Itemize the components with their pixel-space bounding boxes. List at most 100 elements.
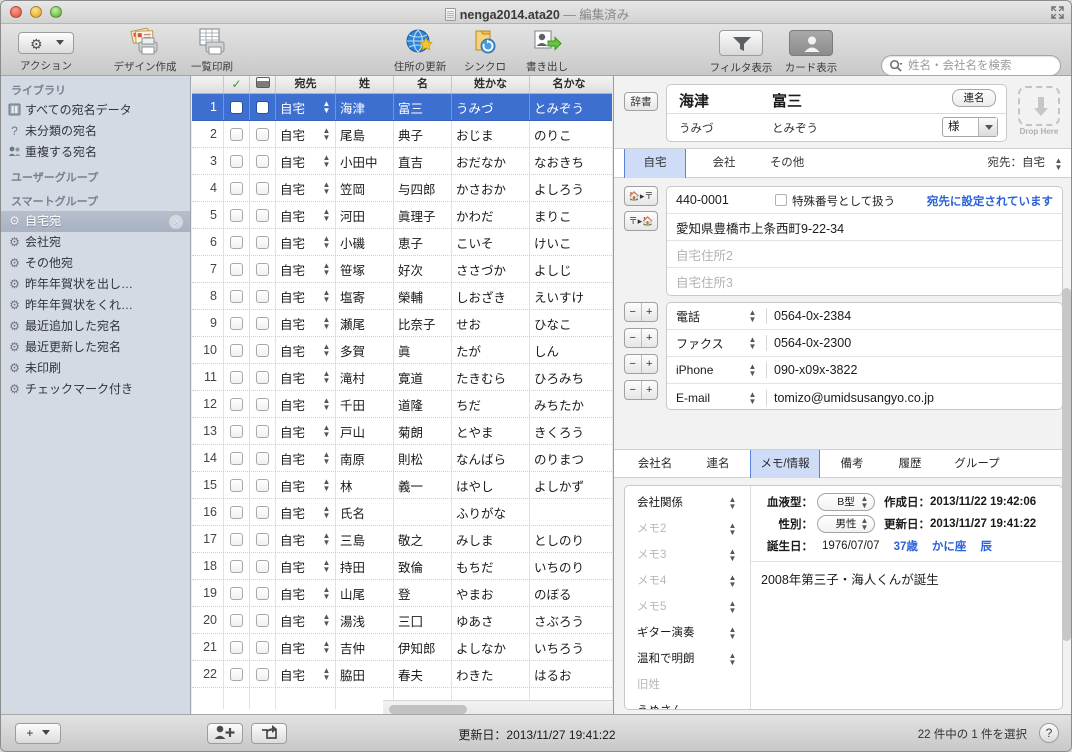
row-dest[interactable]: 自宅 ▲ ▼ [276, 175, 336, 201]
row-lastname[interactable]: 塩寄 [336, 283, 394, 309]
toolbar-card-view[interactable]: カード表示 [776, 28, 846, 75]
row-lastname-kana[interactable]: やまお [452, 580, 530, 606]
row-lastname-kana[interactable]: おだなか [452, 148, 530, 174]
row-lastname-kana[interactable]: ふりがな [452, 499, 530, 525]
row-lastname-kana[interactable]: たが [452, 337, 530, 363]
row-lastname[interactable]: 脇田 [336, 661, 394, 687]
row-check-cell[interactable] [224, 364, 250, 390]
sidebar-item-company-dest[interactable]: ⚙ 会社宛 [1, 232, 190, 253]
memo-vertical-scrollbar[interactable] [1062, 491, 1071, 641]
row-dest[interactable]: 自宅 ▲ ▼ [276, 391, 336, 417]
row-lastname[interactable]: 戸山 [336, 418, 394, 444]
row-check-cell[interactable] [224, 526, 250, 552]
memo-list-item[interactable]: メモ2 ▲ ▼ [625, 516, 750, 542]
row-lastname[interactable]: 氏名 [336, 499, 394, 525]
row-firstname-kana[interactable]: ひなこ [530, 310, 608, 336]
row-firstname[interactable]: 義一 [394, 472, 452, 498]
scrollbar-thumb[interactable] [389, 705, 467, 714]
row-dest[interactable]: 自宅 ▲ ▼ [276, 283, 336, 309]
row-dest[interactable]: 自宅 ▲ ▼ [276, 148, 336, 174]
sidebar-item-not-printed[interactable]: ⚙ 未印刷 [1, 358, 190, 379]
row-print-cell[interactable] [250, 445, 276, 471]
row-lastname-kana[interactable]: うみづ [452, 94, 530, 120]
row-firstname[interactable]: 恵子 [394, 229, 452, 255]
row-dest[interactable]: 自宅 ▲ ▼ [276, 364, 336, 390]
row-firstname[interactable]: 典子 [394, 121, 452, 147]
toolbar-sync[interactable]: シンクロ [454, 28, 516, 74]
row-dest[interactable]: 自宅 ▲ ▼ [276, 121, 336, 147]
row-firstname-kana[interactable]: のりこ [530, 121, 608, 147]
checkbox[interactable] [230, 613, 243, 627]
row-lastname[interactable]: 滝村 [336, 364, 394, 390]
row-print-cell[interactable] [250, 337, 276, 363]
checkbox[interactable] [256, 640, 269, 654]
table-row[interactable]: 3 自宅 ▲ ▼ 小田中 直吉 おだなか なおきち [192, 148, 612, 175]
address-line3[interactable]: 自宅住所3 [667, 268, 1062, 295]
photo-drop-zone[interactable]: Drop Here [1015, 86, 1063, 142]
row-dest[interactable]: 自宅 ▲ ▼ [276, 553, 336, 579]
row-check-cell[interactable] [224, 607, 250, 633]
row-print-cell[interactable] [250, 661, 276, 687]
row-check-cell[interactable] [224, 202, 250, 228]
checkbox[interactable] [230, 154, 243, 168]
lastname-field[interactable]: 海津 [679, 90, 709, 111]
row-lastname-kana[interactable]: ゆあさ [452, 607, 530, 633]
checkbox[interactable] [256, 208, 269, 222]
checkbox[interactable] [256, 316, 269, 330]
row-firstname[interactable]: 伊知郎 [394, 634, 452, 660]
row-dest[interactable]: 自宅 ▲ ▼ [276, 418, 336, 444]
row-dest[interactable]: 自宅 ▲ ▼ [276, 580, 336, 606]
row-firstname[interactable]: 榮輔 [394, 283, 452, 309]
table-row[interactable]: 21 自宅 ▲ ▼ 吉仲 伊知郎 よしなか いちろう [192, 634, 612, 661]
row-check-cell[interactable] [224, 121, 250, 147]
row-lastname[interactable]: 笠岡 [336, 175, 394, 201]
row-firstname-kana[interactable]: さぶろう [530, 607, 608, 633]
sidebar-item-checked[interactable]: ⚙ チェックマーク付き [1, 379, 190, 400]
row-lastname[interactable]: 瀬尾 [336, 310, 394, 336]
checkbox[interactable] [256, 289, 269, 303]
memo-list-stepper[interactable]: ▲ ▼ [728, 626, 737, 641]
toolbar-address-update[interactable]: 住所の更新 [386, 28, 454, 74]
row-print-cell[interactable] [250, 580, 276, 606]
checkbox[interactable] [256, 397, 269, 411]
minus-icon[interactable]: − [625, 355, 642, 373]
row-dest[interactable]: 自宅 ▲ ▼ [276, 445, 336, 471]
gender-select[interactable]: 男性 ▲ ▼ [817, 515, 875, 533]
row-firstname-kana[interactable]: よしろう [530, 175, 608, 201]
row-check-cell[interactable] [224, 310, 250, 336]
memo-list-item[interactable]: メモ5 ▲ ▼ [625, 594, 750, 620]
row-firstname-kana[interactable]: いちのり [530, 553, 608, 579]
row-firstname-kana[interactable]: よしじ [530, 256, 608, 282]
row-firstname-kana[interactable]: ひろみち [530, 364, 608, 390]
fullscreen-icon[interactable] [1051, 6, 1064, 19]
memo-list-item[interactable]: 会社関係 ▲ ▼ [625, 490, 750, 516]
table-row[interactable]: 5 自宅 ▲ ▼ 河田 眞理子 かわだ まりこ [192, 202, 612, 229]
contact-value[interactable]: 0564-0x-2300 [774, 336, 1053, 350]
tab-company-name[interactable]: 会社名 [624, 450, 686, 478]
row-check-cell[interactable] [224, 337, 250, 363]
memo-list-stepper[interactable]: ▲ ▼ [728, 548, 737, 563]
row-firstname-kana[interactable]: はるお [530, 661, 608, 687]
row-firstname[interactable]: 眞理子 [394, 202, 452, 228]
help-button[interactable]: ? [1039, 723, 1059, 743]
honorific-select[interactable]: 様 [942, 117, 998, 137]
table-row[interactable]: 2 自宅 ▲ ▼ 尾島 典子 おじま のりこ [192, 121, 612, 148]
checkbox[interactable] [230, 640, 243, 654]
birthday-value[interactable]: 1976/07/07 [822, 540, 880, 552]
row-lastname[interactable]: 千田 [336, 391, 394, 417]
row-lastname-kana[interactable]: なんばら [452, 445, 530, 471]
sidebar-item-duplicates[interactable]: 重複する宛名 [1, 142, 190, 163]
table-row[interactable]: 18 自宅 ▲ ▼ 持田 致倫 もちだ いちのり [192, 553, 612, 580]
row-dest[interactable]: 自宅 ▲ ▼ [276, 202, 336, 228]
checkbox[interactable] [230, 667, 243, 681]
row-lastname-kana[interactable]: こいそ [452, 229, 530, 255]
memo-list-stepper[interactable]: ▲ ▼ [728, 600, 737, 615]
row-print-cell[interactable] [250, 607, 276, 633]
row-dest[interactable]: 自宅 ▲ ▼ [276, 337, 336, 363]
row-check-cell[interactable] [224, 580, 250, 606]
row-firstname-kana[interactable]: えいすけ [530, 283, 608, 309]
column-header-mei[interactable]: 名 [394, 76, 452, 93]
minus-icon[interactable]: − [625, 303, 642, 321]
toolbar-design[interactable]: デザイン作成 [109, 27, 181, 74]
row-print-cell[interactable] [250, 553, 276, 579]
